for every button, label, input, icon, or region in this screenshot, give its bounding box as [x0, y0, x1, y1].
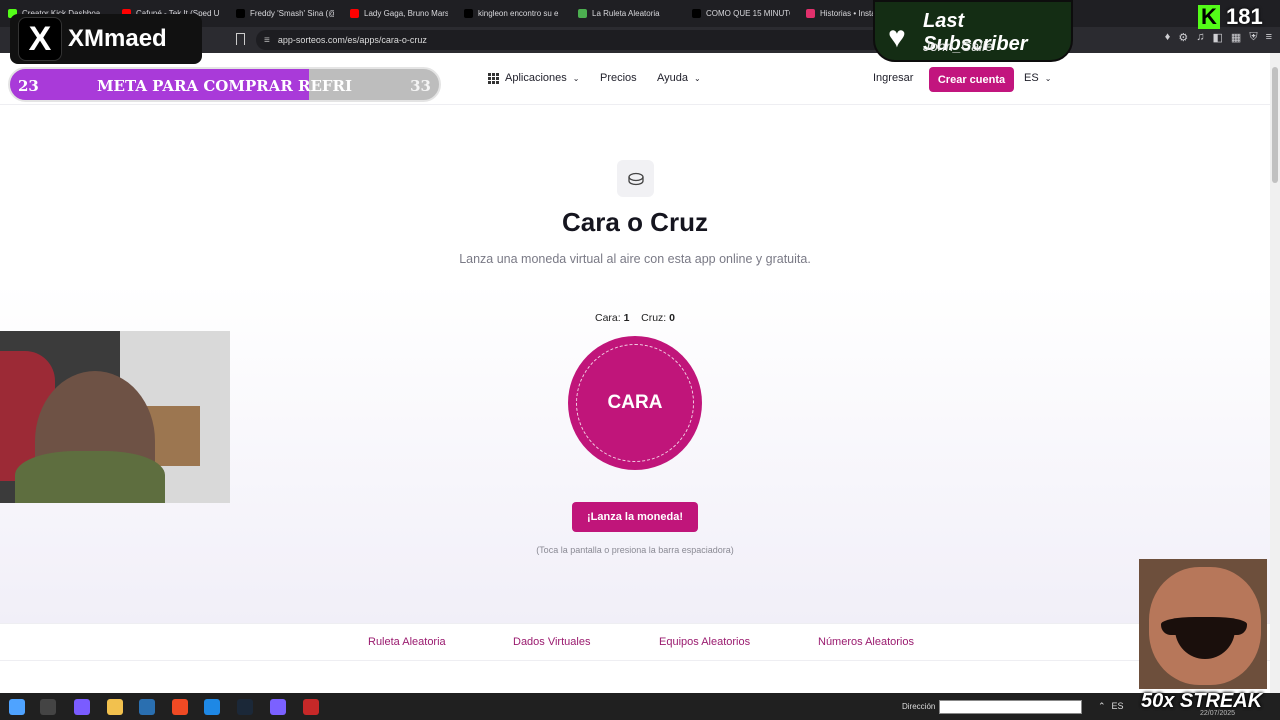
- start-icon[interactable]: [9, 699, 25, 715]
- sidebar-icon[interactable]: ◧: [1213, 31, 1223, 44]
- music-icon[interactable]: ♫: [1196, 31, 1204, 44]
- channel-logo: X XMmaed: [10, 14, 202, 64]
- url-text: app-sorteos.com/es/apps/cara-o-cruz: [277, 35, 427, 45]
- obs-icon[interactable]: [270, 699, 286, 715]
- link-virtual-dice[interactable]: Dados Virtuales: [513, 636, 590, 648]
- address-toolbar-input[interactable]: [939, 700, 1082, 714]
- link-random-teams[interactable]: Equipos Aleatorios: [659, 636, 750, 648]
- page-title: Cara o Cruz: [562, 207, 708, 237]
- file-explorer-icon[interactable]: [107, 699, 123, 715]
- browser-tab[interactable]: kingleon encontro su e: [456, 0, 570, 27]
- tails-label: Cruz:: [641, 312, 667, 324]
- scrollbar-thumb[interactable]: [1272, 67, 1278, 183]
- grid-icon: [488, 72, 499, 84]
- link-random-roulette[interactable]: Ruleta Aleatoria: [368, 636, 446, 648]
- page-subtitle: Lanza una moneda virtual al aire con est…: [459, 252, 811, 266]
- nav-pricing[interactable]: Precios: [600, 72, 637, 84]
- language-label: ES: [1024, 72, 1039, 84]
- wallet-icon[interactable]: ▦: [1231, 31, 1241, 44]
- puzzle-icon[interactable]: ⚙: [1178, 31, 1188, 44]
- tab-favicon-icon: [692, 9, 701, 18]
- tails-count: 0: [669, 312, 675, 324]
- language-selector[interactable]: ES ⌄: [1024, 72, 1051, 84]
- steam-icon[interactable]: [139, 699, 155, 715]
- tab-title: COMO QUE 15 MINUTO: [706, 9, 790, 18]
- address-toolbar-label: Dirección: [902, 702, 936, 711]
- tab-favicon-icon: [464, 9, 473, 18]
- last-subscriber-name: John_Calle: [923, 38, 994, 54]
- shield-icon[interactable]: ⛨: [1249, 31, 1257, 44]
- nav-help-label: Ayuda: [657, 72, 688, 84]
- browser-tab[interactable]: COMO QUE 15 MINUTO: [684, 0, 798, 27]
- heads-label: Cara:: [595, 312, 621, 324]
- viewer-counter: K 181: [1198, 4, 1276, 30]
- link-random-numbers[interactable]: Números Aleatorios: [818, 636, 914, 648]
- steam-client-icon[interactable]: [237, 699, 253, 715]
- goal-target: 33: [410, 77, 431, 95]
- task-view-icon[interactable]: [40, 699, 56, 715]
- heart-icon: ♥: [888, 21, 906, 54]
- bookmark-icon[interactable]: [236, 33, 245, 45]
- nav-help[interactable]: Ayuda ⌄: [657, 72, 701, 84]
- tab-title: La Ruleta Aleatoria: [592, 9, 660, 18]
- tab-title: Freddy 'Smash' Sina (@: [250, 9, 334, 18]
- system-tray: ⌃ ES: [1098, 701, 1124, 712]
- nav-apps[interactable]: Aplicaciones ⌄: [488, 72, 579, 84]
- browser-tab[interactable]: Freddy 'Smash' Sina (@: [228, 0, 342, 27]
- chevron-down-icon: ⌄: [572, 73, 580, 83]
- tab-favicon-icon: [578, 9, 587, 18]
- webcam-shirt: [15, 451, 165, 503]
- windows-taskbar: Dirección ⌃ ES: [0, 693, 1280, 720]
- tab-title: kingleon encontro su e: [478, 9, 559, 18]
- tray-language[interactable]: ES: [1112, 701, 1124, 712]
- heads-count: 1: [623, 312, 630, 324]
- related-apps-links: Ruleta Aleatoria Dados Virtuales Equipos…: [0, 623, 1270, 661]
- coin-icon: [617, 160, 654, 197]
- goal-label: META PARA COMPRAR REFRI: [96, 77, 353, 95]
- page-scrollbar[interactable]: [1270, 53, 1280, 693]
- streak-counter: 50x STREAK: [1141, 690, 1263, 712]
- tab-favicon-icon: [350, 9, 359, 18]
- site-settings-icon[interactable]: ≡: [264, 35, 270, 46]
- login-link[interactable]: Ingresar: [873, 72, 913, 84]
- brave-browser-icon[interactable]: [172, 699, 188, 715]
- tab-title: Lady Gaga, Bruno Mars: [364, 9, 448, 18]
- keyboard-hint: (Toca la pantalla o presiona la barra es…: [536, 545, 734, 555]
- signup-button[interactable]: Crear cuenta: [929, 67, 1014, 92]
- tab-favicon-icon: [236, 9, 245, 18]
- recording-app-icon[interactable]: [303, 699, 319, 715]
- nav-apps-label: Aplicaciones: [505, 72, 567, 84]
- menu-icon[interactable]: ≡: [1266, 31, 1272, 44]
- last-subscriber-widget: ♥ Last Subscriber John_Calle: [873, 0, 1073, 62]
- score-counter: Cara: 1 Cruz: 0: [0, 312, 1270, 324]
- coin-face-text: CARA: [607, 392, 663, 413]
- copilot-icon[interactable]: [74, 699, 90, 715]
- browser-tab[interactable]: La Ruleta Aleatoria: [570, 0, 684, 27]
- extensions-icon[interactable]: ♦: [1165, 31, 1171, 44]
- viewer-count: 181: [1226, 4, 1263, 29]
- webcam-feed: [0, 331, 230, 503]
- app-icon[interactable]: [204, 699, 220, 715]
- toolbar-icons: ♦ ⚙ ♫ ◧ ▦ ⛨ ≡: [1165, 31, 1272, 44]
- tray-chevron-icon[interactable]: ⌃: [1098, 701, 1106, 712]
- chevron-down-icon: ⌄: [1044, 73, 1052, 83]
- flip-coin-button[interactable]: ¡Lanza la moneda!: [572, 502, 698, 532]
- tab-favicon-icon: [806, 9, 815, 18]
- reaction-meme-image: [1139, 559, 1267, 689]
- browser-tab[interactable]: Lady Gaga, Bruno Mars: [342, 0, 456, 27]
- channel-name: XMmaed: [68, 25, 167, 52]
- chevron-down-icon: ⌄: [694, 73, 701, 83]
- x-logo-icon: X: [18, 17, 62, 61]
- kick-logo-icon: K: [1198, 4, 1220, 29]
- goal-progress-bar: 23 META PARA COMPRAR REFRI 33: [8, 67, 441, 102]
- coin[interactable]: CARA: [568, 336, 702, 470]
